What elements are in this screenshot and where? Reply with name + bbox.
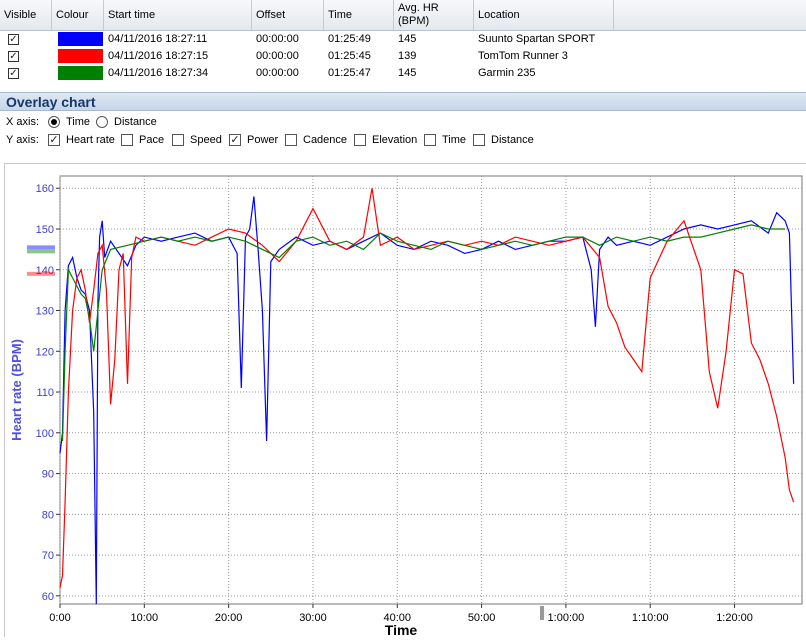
- time-cell: 01:25:49: [328, 33, 371, 45]
- avg-hr-marker: [27, 271, 55, 276]
- header-avg-hr[interactable]: Avg. HR (BPM): [394, 0, 474, 30]
- timeline-marker[interactable]: [540, 606, 544, 620]
- cadence-checkbox[interactable]: [285, 134, 297, 146]
- x-tick-label: 10:00: [131, 612, 159, 624]
- y-axis-options: Y axis: ✓ Heart rate Pace Speed ✓ Power …: [0, 131, 806, 149]
- y-axis-label: Y axis:: [6, 134, 39, 146]
- x-axis-distance-label[interactable]: Distance: [114, 113, 157, 131]
- power-label[interactable]: Power: [247, 131, 278, 149]
- distance-label[interactable]: Distance: [491, 131, 534, 149]
- header-visible[interactable]: Visible: [0, 0, 52, 30]
- chart-frame: 60 70 80 90 100 110 120 130 140 150 160 0:00 10:00 20…: [4, 163, 806, 638]
- header-label: Time: [328, 8, 353, 21]
- header-offset[interactable]: Offset: [252, 0, 324, 30]
- start-time-cell: 04/11/2016 18:27:15: [108, 50, 209, 62]
- speed-label[interactable]: Speed: [190, 131, 222, 149]
- y-tick-label: 120: [36, 346, 54, 358]
- location-cell: Garmin 235: [478, 67, 536, 79]
- x-tick-label: 1:00:00: [548, 612, 585, 624]
- overlay-chart-title: Overlay chart: [0, 92, 806, 111]
- visible-checkbox[interactable]: ✓: [8, 34, 19, 45]
- offset-cell[interactable]: 00:00:00: [252, 48, 324, 65]
- location-cell: TomTom Runner 3: [478, 50, 568, 62]
- distance-checkbox[interactable]: [473, 134, 485, 146]
- avg-hr-cell: 145: [398, 67, 417, 79]
- header-location[interactable]: Location: [474, 0, 614, 30]
- time-cell: 01:25:47: [328, 67, 371, 79]
- header-label: Colour: [56, 8, 89, 21]
- start-time-cell: 04/11/2016 18:27:11: [108, 33, 208, 45]
- heart-rate-label[interactable]: Heart rate: [66, 131, 115, 149]
- table-header: Visible Colour Start time Offset Time Av…: [0, 0, 806, 31]
- y-tick-label: 70: [42, 550, 54, 562]
- table-row[interactable]: ✓ 04/11/2016 18:27:15 00:00:00 01:25:45 …: [0, 48, 806, 65]
- x-axis-options: X axis: Time Distance: [0, 113, 806, 131]
- y-axis-title: Heart rate (BPM): [9, 339, 24, 441]
- x-tick-label: 1:10:00: [632, 612, 669, 624]
- colour-swatch[interactable]: [58, 66, 103, 80]
- x-axis-distance-radio[interactable]: [96, 116, 108, 128]
- power-checkbox[interactable]: ✓: [229, 134, 241, 146]
- y-tick-label: 130: [36, 306, 54, 318]
- offset-cell[interactable]: 00:00:00: [252, 31, 324, 48]
- table-row[interactable]: ✓ 04/11/2016 18:27:34 00:00:00 01:25:47 …: [0, 65, 806, 82]
- table-row[interactable]: ✓ 04/11/2016 18:27:11 00:00:00 01:25:49 …: [0, 31, 806, 48]
- header-start-time[interactable]: Start time: [104, 0, 252, 30]
- x-tick-label: 20:00: [215, 612, 243, 624]
- header-label: Avg. HR (BPM): [398, 2, 439, 27]
- heart-rate-chart[interactable]: 607080901001101201301401501600:00 10:00 20…: [5, 164, 806, 638]
- x-axis-label: X axis:: [6, 116, 40, 128]
- elevation-checkbox[interactable]: [354, 134, 366, 146]
- visible-checkbox[interactable]: ✓: [8, 51, 19, 62]
- visible-checkbox[interactable]: ✓: [8, 68, 19, 79]
- y-tick-label: 160: [36, 183, 54, 195]
- y-tick-label: 90: [42, 469, 54, 481]
- offset-cell[interactable]: 00:00:00: [252, 65, 324, 82]
- time-label[interactable]: Time: [442, 131, 466, 149]
- colour-swatch[interactable]: [58, 49, 103, 63]
- x-tick-label: 50:00: [468, 612, 496, 624]
- y-tick-label: 80: [42, 509, 54, 521]
- x-axis-time-label[interactable]: Time: [66, 113, 90, 131]
- pace-checkbox[interactable]: [121, 134, 133, 146]
- time-cell: 01:25:45: [328, 50, 371, 62]
- speed-checkbox[interactable]: [172, 134, 184, 146]
- x-axis-title: Time: [385, 622, 418, 637]
- x-axis-time-radio[interactable]: [48, 116, 60, 128]
- cadence-label[interactable]: Cadence: [303, 131, 347, 149]
- y-tick-label: 60: [42, 591, 54, 603]
- elevation-label[interactable]: Elevation: [372, 131, 417, 149]
- start-time-cell: 04/11/2016 18:27:34: [108, 67, 209, 79]
- header-label: Start time: [108, 8, 156, 21]
- x-tick-label: 30:00: [299, 612, 327, 624]
- colour-swatch[interactable]: [58, 32, 103, 46]
- recordings-table: Visible Colour Start time Offset Time Av…: [0, 0, 806, 82]
- avg-hr-marker: [27, 245, 55, 250]
- avg-hr-cell: 145: [398, 33, 417, 45]
- pace-label[interactable]: Pace: [139, 131, 164, 149]
- x-tick-label: 1:20:00: [716, 612, 753, 624]
- y-tick-label: 150: [36, 224, 54, 236]
- y-tick-label: 110: [36, 387, 54, 399]
- avg-hr-cell: 139: [398, 50, 417, 62]
- y-tick-label: 100: [36, 428, 54, 440]
- header-colour[interactable]: Colour: [52, 0, 104, 30]
- header-label: Offset: [256, 8, 286, 21]
- avg-hr-marker: [27, 249, 55, 254]
- header-time[interactable]: Time: [324, 0, 394, 30]
- location-cell: Suunto Spartan SPORT: [478, 33, 596, 45]
- x-tick-label: 0:00: [49, 612, 70, 624]
- header-label: Visible: [4, 8, 37, 21]
- heart-rate-checkbox[interactable]: ✓: [48, 134, 60, 146]
- time-checkbox[interactable]: [424, 134, 436, 146]
- header-label: Location: [478, 8, 520, 21]
